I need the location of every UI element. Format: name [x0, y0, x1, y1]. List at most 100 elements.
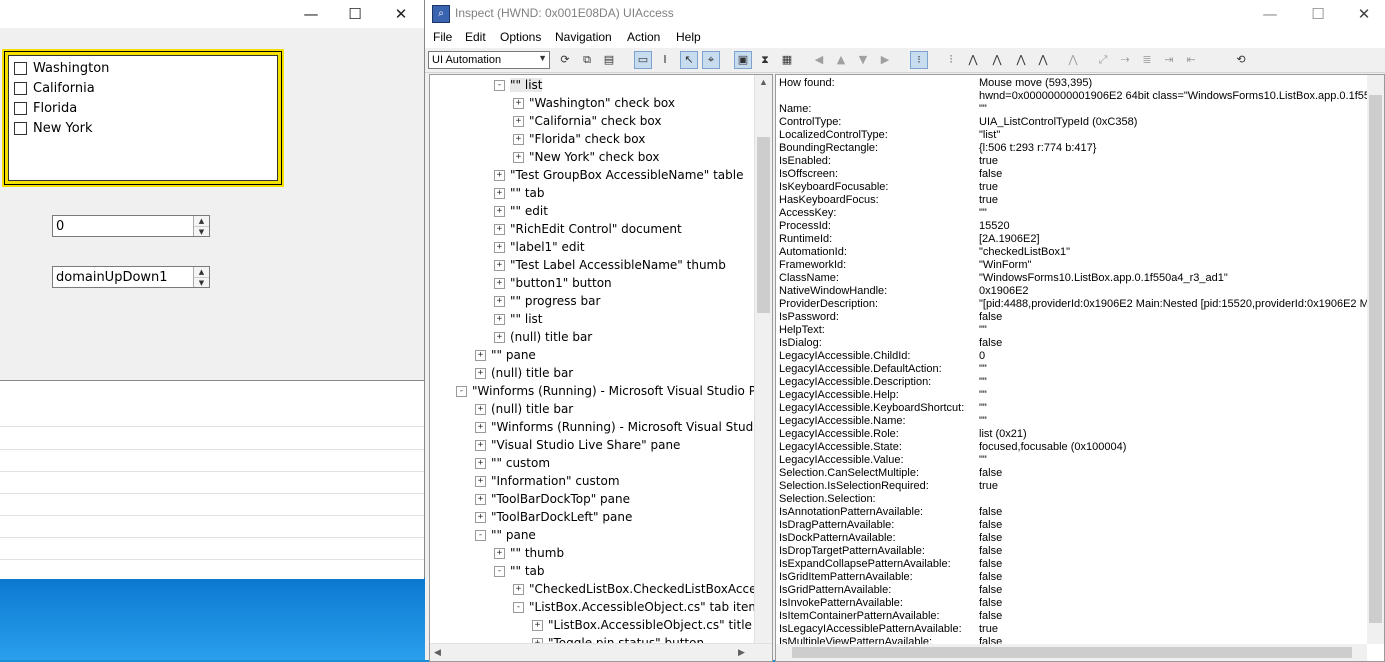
chevron-down-icon[interactable]: ▼: [538, 53, 547, 63]
menu-edit[interactable]: Edit: [465, 30, 486, 44]
tree-node[interactable]: + "ToolBarDockLeft" pane: [475, 508, 632, 526]
property-value[interactable]: "": [979, 402, 987, 415]
property-value[interactable]: "[pid:4488,providerId:0x1906E2 Main:Nest…: [979, 298, 1377, 311]
tree-node[interactable]: + (null) title bar: [494, 328, 592, 346]
expand-icon[interactable]: +: [475, 421, 486, 433]
show-highlight-icon[interactable]: ▣: [734, 51, 752, 69]
tree-node[interactable]: + "New York" check box: [513, 148, 659, 166]
collapse-icon[interactable]: -: [494, 79, 505, 91]
nav-last-child-icon[interactable]: ⋀: [1035, 52, 1051, 68]
expand-icon[interactable]: +: [494, 331, 505, 343]
mode-combo[interactable]: UI Automation ▼: [428, 51, 550, 69]
domain-updown[interactable]: domainUpDown1 ▲ ▼: [52, 266, 210, 288]
expand-icon[interactable]: +: [494, 277, 505, 289]
checked-list-box[interactable]: Washington California Florida New York: [2, 49, 284, 187]
maximize-button[interactable]: ☐: [332, 0, 378, 28]
property-value[interactable]: false: [979, 506, 1002, 519]
tree-node[interactable]: + "Florida" check box: [513, 130, 645, 148]
tree-node[interactable]: + "" list: [494, 310, 542, 328]
checklist-item[interactable]: Florida: [14, 98, 77, 118]
minimize-button[interactable]: —: [288, 0, 334, 28]
tree-node[interactable]: + "Washington" check box: [513, 94, 675, 112]
element-tree[interactable]: +"Toggle pin status" button+"ListBox.Acc…: [429, 74, 773, 662]
property-value[interactable]: "": [979, 376, 987, 389]
expand-icon[interactable]: +: [494, 169, 505, 181]
tree-node[interactable]: + (null) title bar: [475, 400, 573, 418]
property-value[interactable]: "": [979, 324, 987, 337]
expand-icon[interactable]: +: [475, 457, 486, 469]
tree-node[interactable]: + (null) title bar: [475, 364, 573, 382]
checkbox-icon[interactable]: [14, 101, 27, 115]
tree-horizontal-scrollbar[interactable]: ◀ ▶: [430, 643, 772, 661]
tree-node[interactable]: + "Test Label AccessibleName" thumb: [494, 256, 726, 274]
tree-vertical-scrollbar[interactable]: ▲: [754, 75, 772, 644]
expand-icon[interactable]: ⤢: [1095, 52, 1111, 68]
tree-node[interactable]: + "" tab: [494, 184, 545, 202]
nav-first-child-icon[interactable]: ⋀: [965, 52, 981, 68]
property-value[interactable]: "": [979, 363, 987, 376]
collapse-icon[interactable]: -: [475, 529, 486, 541]
tree-node[interactable]: + "Test GroupBox AccessibleName" table: [494, 166, 744, 184]
watch-tooltip-icon[interactable]: ⌖: [702, 51, 720, 69]
copy-icon[interactable]: ⧉: [579, 52, 595, 68]
menu-help[interactable]: Help: [676, 30, 701, 44]
menu-navigation[interactable]: Navigation: [555, 30, 612, 44]
tree-options-icon[interactable]: ⋀: [1065, 52, 1081, 68]
property-value[interactable]: "": [979, 389, 987, 402]
property-value[interactable]: UIA_ListControlTypeId (0xC358): [979, 116, 1137, 129]
property-value[interactable]: "WindowsForms10.ListBox.app.0.1f550a4_r3…: [979, 272, 1228, 285]
tree-node[interactable]: + "Winforms (Running) - Microsoft Visual …: [475, 418, 772, 436]
tree-node[interactable]: + "" progress bar: [494, 292, 600, 310]
numeric-updown-value[interactable]: 0: [56, 219, 64, 234]
checklist-item[interactable]: New York: [14, 118, 93, 138]
tree-node[interactable]: + "Visual Studio Live Share" pane: [475, 436, 680, 454]
maximize-button[interactable]: ☐: [1295, 0, 1341, 28]
scroll-thumb[interactable]: [792, 647, 1352, 658]
checklist-item[interactable]: Washington: [14, 58, 109, 78]
property-value[interactable]: list (0x21): [979, 428, 1027, 441]
expand-icon[interactable]: +: [513, 151, 524, 163]
expand-icon[interactable]: +: [494, 205, 505, 217]
tree-node[interactable]: + "button1" button: [494, 274, 612, 292]
tree-node[interactable]: + "ToolBarDockTop" pane: [475, 490, 630, 508]
expand-icon[interactable]: +: [494, 295, 505, 307]
property-value[interactable]: false: [979, 597, 1002, 610]
menu-options[interactable]: Options: [500, 30, 541, 44]
annotations-icon[interactable]: ▦: [779, 52, 795, 68]
expand-icon[interactable]: +: [475, 511, 486, 523]
property-value[interactable]: false: [979, 311, 1002, 324]
property-value[interactable]: false: [979, 467, 1002, 480]
action-three-icon[interactable]: ⇥: [1161, 52, 1177, 68]
property-value[interactable]: Mouse move (593,395): [979, 77, 1092, 90]
expand-icon[interactable]: +: [494, 187, 505, 199]
nav-down-icon[interactable]: ▼: [855, 52, 871, 68]
expand-icon[interactable]: +: [494, 241, 505, 253]
scroll-thumb[interactable]: [757, 137, 770, 313]
nav-next-sibling-icon[interactable]: ⋀: [989, 52, 1005, 68]
collapse-icon[interactable]: -: [456, 385, 467, 397]
collapse-icon[interactable]: -: [513, 601, 524, 613]
property-value[interactable]: false: [979, 610, 1002, 623]
property-value[interactable]: hwnd=0x00000000001906E2 64bit class="Win…: [979, 90, 1382, 103]
property-value[interactable]: 0: [979, 350, 985, 363]
property-value[interactable]: true: [979, 623, 998, 636]
collapse-icon[interactable]: -: [494, 565, 505, 577]
expand-icon[interactable]: +: [475, 439, 486, 451]
close-button[interactable]: ✕: [378, 0, 424, 28]
spin-down-icon[interactable]: ▼: [194, 278, 209, 288]
tree-node[interactable]: + "label1" edit: [494, 238, 585, 256]
property-value[interactable]: true: [979, 194, 998, 207]
scroll-right-icon[interactable]: ▶: [738, 647, 745, 658]
property-value[interactable]: 15520: [979, 220, 1010, 233]
properties-pane[interactable]: IsMultipleViewPatternAvailable: false IsLe…: [775, 74, 1385, 662]
scroll-up-icon[interactable]: ▲: [755, 77, 772, 87]
nav-parent-icon[interactable]: ⫶: [943, 52, 959, 68]
checklist-item[interactable]: California: [14, 78, 95, 98]
inspect-title-bar[interactable]: ⌕ Inspect (HWND: 0x001E08DA) UIAccess — …: [425, 0, 1385, 27]
watch-cursor-icon[interactable]: ↖: [680, 51, 698, 69]
property-value[interactable]: false: [979, 168, 1002, 181]
nav-prev-sibling-icon[interactable]: ⋀: [1013, 52, 1029, 68]
action-two-icon[interactable]: ≣: [1139, 52, 1155, 68]
property-value[interactable]: "": [979, 415, 987, 428]
menu-action[interactable]: Action: [627, 30, 660, 44]
